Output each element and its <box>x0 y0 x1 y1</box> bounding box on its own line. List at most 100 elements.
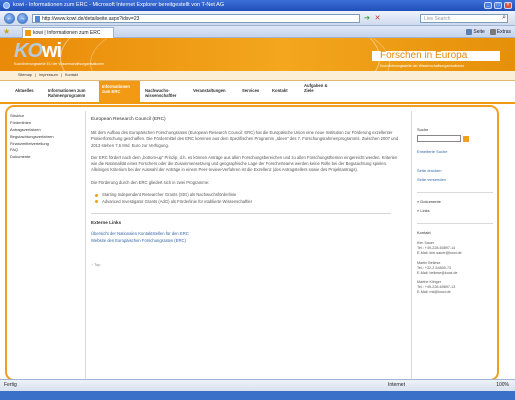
browser-tab[interactable]: kowi | Informationen zum ERC <box>22 27 114 38</box>
print-page-link[interactable]: Seite drucken <box>417 168 493 173</box>
live-search-placeholder: Live Search <box>424 16 451 22</box>
window-titlebar: kowi - Informationen zum ERC - Microsoft… <box>0 0 515 11</box>
page-title: European Research Council (ERC) <box>91 117 166 122</box>
page-menu[interactable]: Seite <box>466 27 485 37</box>
back-button[interactable]: ← <box>4 13 15 24</box>
nav-aktuelles[interactable]: Aktuelles <box>15 88 34 94</box>
external-links-heading: Externe Links <box>91 220 122 226</box>
section-divider <box>91 213 391 215</box>
links-link[interactable]: » Links <box>417 208 493 213</box>
contact-heading: Kontakt <box>417 230 431 235</box>
tab-bar: ★ kowi | Informationen zum ERC Seite Ext… <box>0 26 515 38</box>
window-title: kowi - Informationen zum ERC - Microsoft… <box>13 2 225 8</box>
contact-email[interactable]: E-Mail: mk@kowi.de <box>417 290 493 295</box>
site-search <box>417 135 493 142</box>
maximize-button[interactable]: □ <box>494 2 502 9</box>
main-content: European Research Council (ERC) Mit dem … <box>91 117 401 267</box>
kowi-favicon-icon <box>25 30 31 36</box>
contact-card: Kim Sauer Tel.: +49-228-60897-14 E-Mail:… <box>417 241 493 256</box>
column-divider <box>411 111 412 379</box>
tab-title: kowi | Informationen zum ERC <box>33 30 101 36</box>
external-link-erc-website[interactable]: Website des Europäischen Forschungsrates… <box>91 238 401 245</box>
content-frame: Struktur Förderlinien Antragsverfahren B… <box>5 105 499 379</box>
zoom-level[interactable]: 100% <box>496 380 509 391</box>
subnav-struktur[interactable]: Struktur <box>10 113 78 120</box>
nav-kontakt[interactable]: Kontakt <box>272 88 288 94</box>
send-page-link[interactable]: Seite versenden <box>417 177 493 182</box>
minimize-button[interactable]: _ <box>484 2 492 9</box>
subnav-finanzmittelverteilung[interactable]: Finanzmittelverteilung <box>10 141 78 148</box>
back-to-top-link[interactable]: ↑ Top <box>91 262 401 267</box>
external-link-nks[interactable]: Übersicht der Nationalen Kontaktstellen … <box>91 231 401 238</box>
stop-button[interactable]: ✕ <box>373 14 382 23</box>
bottom-up-paragraph: Der ERC fördert nach dem „bottom-up“ Pri… <box>91 154 398 173</box>
site-banner: KOwi Koordinierungsstelle EU der Wissens… <box>0 38 515 118</box>
util-link-impressum[interactable]: Impressum <box>39 73 58 78</box>
tools-menu-label: Extras <box>496 29 511 35</box>
links-label: Links <box>420 208 430 213</box>
favorites-star-icon[interactable]: ★ <box>3 28 10 36</box>
status-text: Fertig <box>4 382 17 388</box>
bullet-icon <box>95 200 98 204</box>
go-button[interactable]: ➔ <box>362 14 372 23</box>
list-item-text: Starting Independent Researcher Grants (… <box>102 192 237 198</box>
search-icon[interactable]: ⌕ <box>502 14 506 22</box>
util-link-kontakt[interactable]: Kontakt <box>65 73 78 78</box>
nav-aufgaben[interactable]: Aufgaben & Ziele <box>304 83 330 93</box>
nav-veranstaltungen[interactable]: Veranstaltungen <box>193 88 226 94</box>
webpage: KOwi Koordinierungsstelle EU der Wissens… <box>0 38 515 379</box>
window-controls: _ □ × <box>484 2 512 9</box>
nav-erc[interactable]: Informationen zum ERC <box>99 81 140 103</box>
banner-subtitle: Koordinierungsstelle der Wissenschaftsor… <box>380 64 465 68</box>
site-search-input[interactable] <box>417 135 461 142</box>
taskbar <box>0 391 515 400</box>
nav-services[interactable]: Services <box>242 88 259 94</box>
intro-paragraph: Mit dem Aufbau des Europäischen Forschun… <box>91 130 399 148</box>
site-search-button[interactable] <box>463 135 469 142</box>
util-link-sitemap[interactable]: Sitemap <box>18 73 32 78</box>
forward-button[interactable]: → <box>17 13 28 24</box>
column-divider <box>85 111 86 379</box>
address-bar[interactable]: http://www.kowi.de/detailseite.aspx?idsv… <box>32 14 360 23</box>
contact-card: Martin Bellese Tel.: +32-2-54800-73 E-Ma… <box>417 261 493 276</box>
left-subnav: Struktur Förderlinien Antragsverfahren B… <box>10 113 78 161</box>
subnav-faq[interactable]: FAQ <box>10 147 78 154</box>
live-search-input[interactable]: Live Search ⌕ <box>420 14 508 23</box>
search-label: Suche <box>417 127 429 132</box>
subnav-foerderlinien[interactable]: Förderlinien <box>10 120 78 127</box>
sidebar-divider <box>417 223 493 224</box>
close-window-button[interactable]: × <box>504 2 512 9</box>
kowi-logo[interactable]: KOwi <box>14 40 62 63</box>
tools-menu[interactable]: Extras <box>489 27 511 37</box>
documents-link[interactable]: » Dokumente <box>417 199 493 204</box>
documents-label: Dokumente <box>420 199 441 204</box>
right-sidebar: Suche Erweiterte Suche Seite drucken Sei… <box>417 127 493 295</box>
subnav-antragsverfahren[interactable]: Antragsverfahren <box>10 127 78 134</box>
nav-nachwuchs[interactable]: Nachwuchs-wissenschaftler <box>145 88 189 98</box>
security-zone: Internet <box>388 382 405 388</box>
program-list: Starting Independent Researcher Grants (… <box>95 192 401 205</box>
contact-card: Marthe Klinger Tel.: +49-228-60897-13 E-… <box>417 280 493 295</box>
logo-suffix: wi <box>42 40 62 62</box>
page-menu-label: Seite <box>473 29 485 35</box>
list-item-text: Advanced Investigator Grants (AdG) als F… <box>102 198 253 204</box>
logo-prefix: KO <box>14 40 43 62</box>
site-tagline: Koordinierungsstelle EU der Wissenschaft… <box>14 62 105 66</box>
subnav-begutachtungsverfahren[interactable]: Begutachtungsverfahren <box>10 134 78 141</box>
sidebar-divider <box>417 192 493 193</box>
command-bar: Seite Extras <box>466 27 511 37</box>
contact-email[interactable]: E-Mail: kim.sauer@kowi.de <box>417 251 493 256</box>
status-bar: Fertig Internet 100% <box>0 379 515 391</box>
page-menu-icon <box>466 29 473 35</box>
programs-paragraph: Die Förderung durch den ERC gliedert sic… <box>91 179 210 185</box>
bullet-icon <box>95 193 98 197</box>
nav-underline <box>0 102 515 104</box>
banner-slogan: Forschen in Europa <box>380 50 468 61</box>
utility-bar: Sitemap | Impressum | Kontakt <box>0 71 515 81</box>
contact-email[interactable]: E-Mail: bellese@kowi.de <box>417 271 493 276</box>
address-text: http://www.kowi.de/detailseite.aspx?idsv… <box>42 16 140 22</box>
main-navigation: Aktuelles Informationen zum Rahmenprogra… <box>0 81 515 103</box>
subnav-dokumente[interactable]: Dokumente <box>10 154 78 161</box>
nav-rahmenprogramm[interactable]: Informationen zum Rahmenprogramm <box>48 88 96 98</box>
advanced-search-link[interactable]: Erweiterte Suche <box>417 149 493 154</box>
